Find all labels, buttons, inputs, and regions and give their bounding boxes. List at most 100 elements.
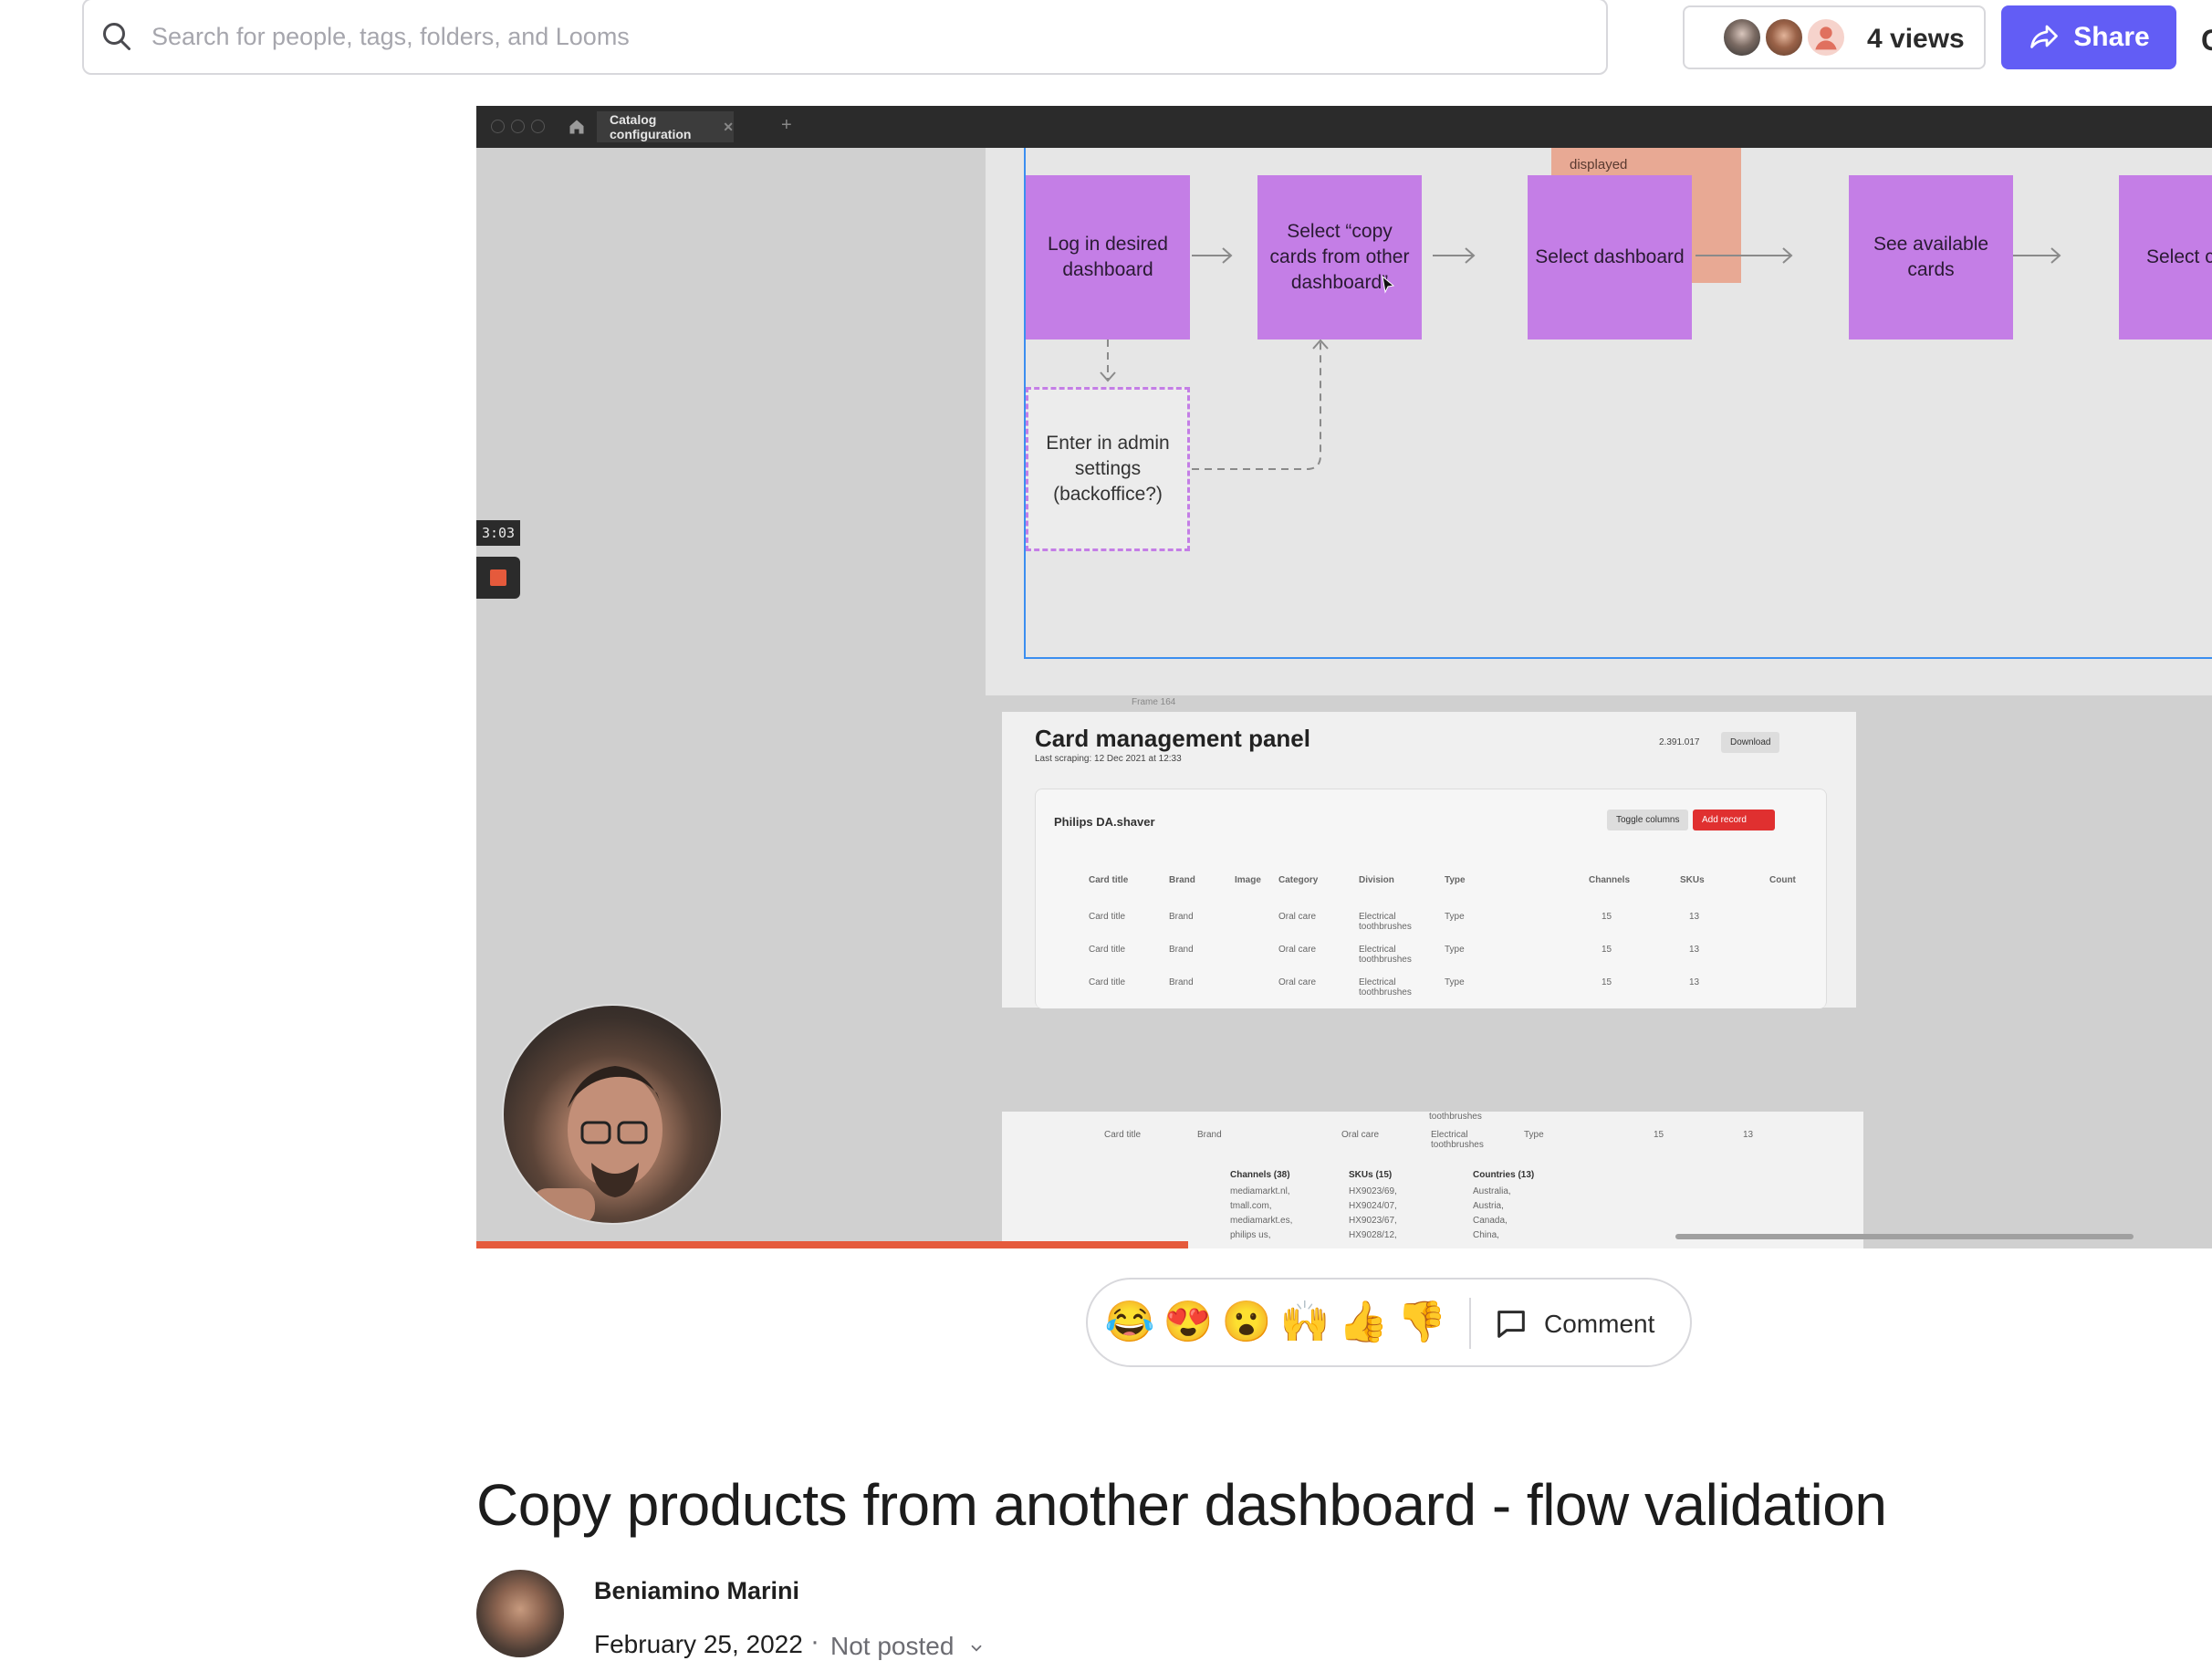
cell: Type: [1524, 1130, 1544, 1140]
video-player[interactable]: Catalog configuration ✕ + displayed Log i…: [476, 106, 2212, 1248]
share-icon: [2030, 25, 2059, 48]
add-record-button: Add record: [1693, 810, 1775, 830]
country-item: Australia,: [1473, 1186, 1511, 1196]
frame-label: Frame 164: [1132, 697, 1176, 707]
viewer-avatar: [1763, 16, 1805, 58]
reaction-thumbs-up-button[interactable]: 👍: [1338, 1300, 1389, 1345]
table-title: Philips DA.shaver: [1054, 815, 1155, 829]
comment-label: Comment: [1544, 1310, 1655, 1338]
card-detail-screenshot: toothbrushes Card title Brand Oral care …: [1002, 1112, 1863, 1248]
channel-item: philips us,: [1230, 1230, 1271, 1240]
comment-button[interactable]: Comment: [1493, 1301, 1654, 1347]
cursor-icon: [1382, 276, 1395, 294]
cell: 13: [1689, 945, 1700, 955]
cell: Oral care: [1278, 977, 1317, 987]
download-button: Download: [1721, 732, 1780, 753]
search-bar[interactable]: Search for people, tags, folders, and Lo…: [82, 0, 1608, 75]
sku-item: HX9023/69,: [1349, 1186, 1397, 1196]
reaction-surprised-button[interactable]: 😮: [1221, 1300, 1272, 1345]
sku-item: HX9023/67,: [1349, 1216, 1397, 1226]
card-panel-screenshot: Card management panel Last scraping: 12 …: [1002, 712, 1856, 1008]
cell: Card title: [1104, 1130, 1142, 1140]
comment-icon: [1497, 1311, 1525, 1338]
panel-link-count: 2.391.017: [1659, 737, 1700, 747]
cell: Type: [1445, 945, 1465, 955]
search-placeholder: Search for people, tags, folders, and Lo…: [151, 22, 630, 50]
flow-step: Select dashboard: [1528, 175, 1692, 340]
country-item: Austria,: [1473, 1201, 1504, 1211]
sku-item: HX9028/12,: [1349, 1230, 1397, 1240]
stop-recording-button[interactable]: [476, 557, 520, 599]
user-icon: [1815, 26, 1837, 50]
flow-step: Select “copy cards from other dashboard”: [1257, 175, 1422, 340]
publish-date: February 25, 2022: [594, 1630, 803, 1658]
cell: Brand: [1169, 912, 1194, 922]
reaction-laugh-button[interactable]: 😂: [1104, 1300, 1155, 1345]
overflow-button[interactable]: C: [2201, 24, 2212, 57]
col-header: Type: [1445, 875, 1466, 885]
share-label: Share: [2073, 22, 2150, 52]
cell: 13: [1689, 977, 1700, 987]
cell: 15: [1654, 1130, 1664, 1140]
flow-step: See available cards: [1849, 175, 2013, 340]
panel-table: Philips DA.shaver Toggle columns Add rec…: [1035, 789, 1827, 1008]
col-header: Category: [1278, 875, 1319, 885]
cell: Oral care: [1278, 912, 1317, 922]
cell: Oral care: [1341, 1130, 1380, 1140]
cell: Brand: [1169, 945, 1194, 955]
cell: toothbrushes: [1429, 1112, 1482, 1122]
stop-icon: [490, 569, 506, 586]
channel-item: tmall.com,: [1230, 1201, 1272, 1211]
cell: Brand: [1169, 977, 1194, 987]
cell: Electrical toothbrushes: [1431, 1130, 1484, 1150]
author-name[interactable]: Beniamino Marini: [594, 1577, 799, 1605]
share-button[interactable]: Share: [2001, 5, 2176, 69]
cell: 15: [1602, 977, 1612, 987]
reaction-heart-eyes-button[interactable]: 😍: [1163, 1300, 1214, 1345]
search-icon: [103, 23, 130, 50]
views-count: 4 views: [1867, 24, 1965, 54]
flow-step: Log in desired dashboard: [1026, 175, 1190, 340]
channels-heading: Channels (38): [1230, 1170, 1290, 1180]
divider: [1469, 1298, 1471, 1349]
cell: 15: [1602, 945, 1612, 955]
reaction-raised-hands-button[interactable]: 🙌: [1279, 1300, 1330, 1345]
col-header: Brand: [1169, 875, 1195, 885]
video-progress-bar[interactable]: [476, 1241, 1188, 1248]
horizontal-scrollbar[interactable]: [1675, 1234, 2134, 1239]
views-button[interactable]: 4 views: [1683, 5, 1986, 69]
viewer-avatar: [1805, 16, 1847, 58]
cell: Electrical toothbrushes: [1359, 912, 1412, 932]
reaction-thumbs-down-button[interactable]: 👎: [1396, 1300, 1447, 1345]
panel-title: Card management panel: [1035, 725, 1310, 752]
skus-heading: SKUs (15): [1349, 1170, 1393, 1180]
channel-item: mediamarkt.nl,: [1230, 1186, 1290, 1196]
channel-item: mediamarkt.es,: [1230, 1216, 1293, 1226]
cell: Electrical toothbrushes: [1359, 945, 1412, 965]
cell: 13: [1743, 1130, 1754, 1140]
col-header: Count: [1769, 875, 1796, 885]
col-header: Card title: [1089, 875, 1129, 885]
post-status-label: Not posted: [830, 1632, 955, 1660]
author-avatar[interactable]: [476, 1570, 564, 1657]
cell: 15: [1602, 912, 1612, 922]
cell: Type: [1445, 977, 1465, 987]
sku-item: HX9024/07,: [1349, 1201, 1397, 1211]
col-header: Division: [1359, 875, 1394, 885]
video-title: Copy products from another dashboard - f…: [476, 1472, 1887, 1538]
meta-separator: ·: [810, 1626, 819, 1656]
col-header: Image: [1235, 875, 1261, 885]
flow-step: Select c: [2119, 175, 2212, 340]
toggle-columns-button: Toggle columns: [1607, 810, 1689, 830]
viewer-avatar: [1721, 16, 1763, 58]
flow-alt-step: Enter in admin settings (backoffice?): [1026, 387, 1190, 551]
country-item: Canada,: [1473, 1216, 1508, 1226]
col-header: Channels: [1589, 875, 1631, 885]
panel-subtitle: Last scraping: 12 Dec 2021 at 12:33: [1035, 754, 1182, 764]
recording-timer: 3:03: [476, 520, 520, 546]
country-item: China,: [1473, 1230, 1499, 1240]
cell: Oral care: [1278, 945, 1317, 955]
webcam-bubble[interactable]: [502, 1004, 723, 1225]
post-status-dropdown[interactable]: Not posted: [830, 1632, 985, 1661]
cell: Electrical toothbrushes: [1359, 977, 1412, 998]
